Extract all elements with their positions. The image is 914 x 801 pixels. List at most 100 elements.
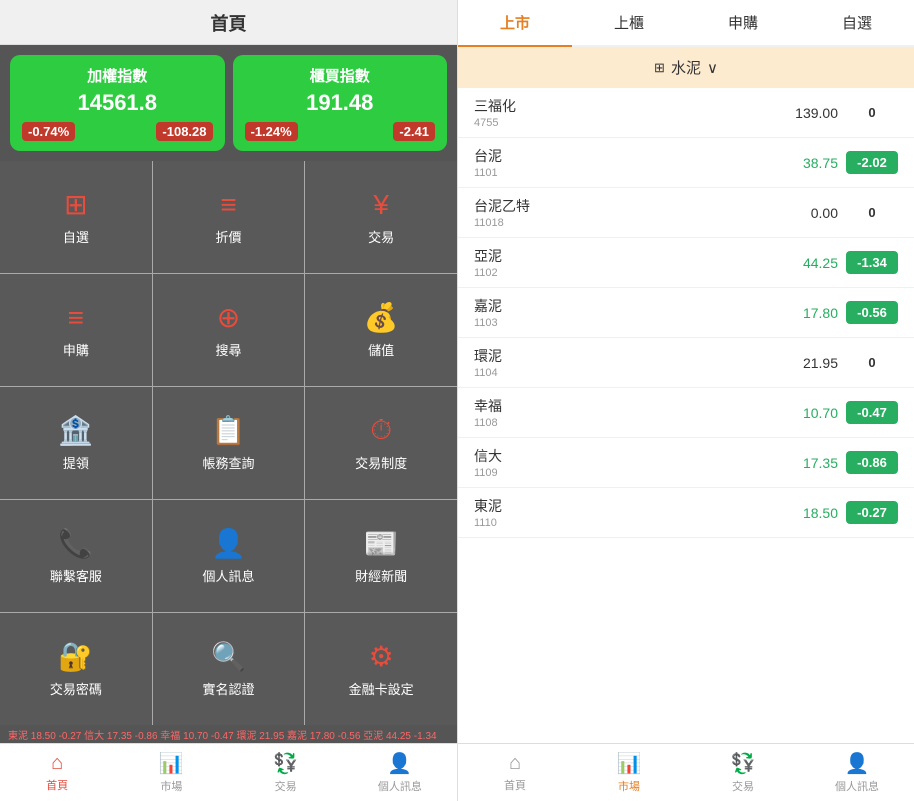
- stock-code: 1110: [474, 517, 778, 529]
- stock-change: 0: [846, 351, 898, 374]
- menu-item-watchlist[interactable]: ⊞自選: [0, 161, 152, 273]
- stock-change: -0.27: [846, 501, 898, 524]
- menu-item-trade[interactable]: ¥ 交易: [305, 161, 457, 273]
- stock-price: 139.00: [778, 105, 838, 121]
- right-nav-profile-label: 個人訊息: [835, 778, 879, 794]
- stock-row[interactable]: 台泥110138.75-2.02: [458, 138, 914, 188]
- stock-change: -0.56: [846, 301, 898, 324]
- weighted-index-change: -108.28: [156, 122, 212, 141]
- trade-icon: ¥: [373, 189, 389, 221]
- left-nav-home[interactable]: ⌂ 首頁: [0, 744, 114, 801]
- menu-item-search[interactable]: ⊕ 搜尋: [153, 274, 305, 386]
- weighted-index-card[interactable]: 加權指數 14561.8 -0.74% -108.28: [10, 55, 225, 151]
- stock-info: 三福化4755: [474, 96, 778, 129]
- stock-code: 1109: [474, 467, 778, 479]
- stock-row[interactable]: 台泥乙特110180.000: [458, 188, 914, 238]
- menu-item-label-deposit: 儲值: [368, 340, 394, 359]
- stock-row[interactable]: 幸福110810.70-0.47: [458, 388, 914, 438]
- index-cards: 加權指數 14561.8 -0.74% -108.28 櫃買指數 191.48 …: [0, 45, 457, 161]
- left-nav-profile[interactable]: 👤 個人訊息: [343, 744, 457, 801]
- left-nav-trade[interactable]: 💱 交易: [229, 744, 343, 801]
- menu-item-withdraw[interactable]: 🏦提領: [0, 387, 152, 499]
- left-bottom-nav: ⌂ 首頁 📊 市場 💱 交易 👤 個人訊息: [0, 743, 457, 801]
- left-header: 首頁: [0, 0, 457, 45]
- market-icon: 📊: [159, 751, 184, 776]
- menu-item-deposit[interactable]: 💰儲值: [305, 274, 457, 386]
- tab-上櫃[interactable]: 上櫃: [572, 0, 686, 45]
- right-nav-home-label: 首頁: [504, 777, 526, 793]
- stock-name: 亞泥: [474, 246, 778, 266]
- right-profile-icon: 👤: [845, 751, 870, 776]
- profile-icon: 👤: [387, 751, 412, 776]
- stock-price: 44.25: [778, 255, 838, 271]
- stock-price: 21.95: [778, 355, 838, 371]
- menu-item-rules[interactable]: ⏱交易制度: [305, 387, 457, 499]
- sector-header[interactable]: ⊞ 水泥 ∨: [458, 47, 914, 88]
- stock-price: 18.50: [778, 505, 838, 521]
- menu-item-discount[interactable]: ≡折價: [153, 161, 305, 273]
- menu-item-news[interactable]: 📰財經新聞: [305, 500, 457, 612]
- stock-change: 0: [846, 101, 898, 124]
- left-nav-market-label: 市場: [160, 778, 182, 794]
- left-nav-profile-label: 個人訊息: [378, 778, 422, 794]
- stock-name: 台泥乙特: [474, 196, 778, 216]
- stock-code: 1103: [474, 317, 778, 329]
- tab-申購[interactable]: 申購: [686, 0, 800, 45]
- support-icon: 📞: [58, 527, 93, 560]
- stock-row[interactable]: 環泥110421.95 0: [458, 338, 914, 388]
- rules-icon: ⏱: [370, 414, 392, 447]
- stock-code: 4755: [474, 117, 778, 129]
- stock-row[interactable]: 三福化4755139.00 0: [458, 88, 914, 138]
- card-icon: ⚙: [369, 640, 394, 673]
- stock-name: 台泥: [474, 146, 778, 166]
- weighted-index-pct: -0.74%: [22, 122, 75, 141]
- right-market-icon: 📊: [617, 751, 642, 776]
- menu-item-label-support: 聯繫客服: [50, 566, 102, 585]
- watchlist-icon: ⊞: [64, 188, 87, 221]
- stock-info: 嘉泥1103: [474, 296, 778, 329]
- weighted-index-value: 14561.8: [22, 90, 213, 116]
- stock-code: 1102: [474, 267, 778, 279]
- right-nav-profile[interactable]: 👤 個人訊息: [800, 744, 914, 801]
- menu-item-label-profile: 個人訊息: [202, 566, 254, 585]
- verify-icon: 🔍: [211, 640, 246, 673]
- menu-item-verify[interactable]: 🔍實名認證: [153, 613, 305, 725]
- menu-item-label-search: 搜尋: [215, 340, 241, 359]
- stock-info: 台泥1101: [474, 146, 778, 179]
- stock-row[interactable]: 亞泥110244.25 -1.34: [458, 238, 914, 288]
- stock-change: -1.34: [846, 251, 898, 274]
- stock-name: 三福化: [474, 96, 778, 116]
- stock-code: 1101: [474, 167, 778, 179]
- right-bottom-nav: ⌂ 首頁 📊 市場 💱 交易 👤 個人訊息: [458, 743, 914, 801]
- otc-index-change: -2.41: [393, 122, 435, 141]
- menu-item-profile[interactable]: 👤 個人訊息: [153, 500, 305, 612]
- menu-item-password[interactable]: 🔐交易密碼: [0, 613, 152, 725]
- stock-price: 38.75: [778, 155, 838, 171]
- stock-row[interactable]: 東泥111018.50-0.27: [458, 488, 914, 538]
- menu-item-apply[interactable]: ≡申購: [0, 274, 152, 386]
- stock-info: 亞泥1102: [474, 246, 778, 279]
- menu-item-account[interactable]: 📋帳務查詢: [153, 387, 305, 499]
- stock-change: -0.47: [846, 401, 898, 424]
- menu-item-label-withdraw: 提領: [63, 453, 89, 472]
- search-icon: ⊕: [217, 301, 240, 334]
- right-nav-trade[interactable]: 💱 交易: [686, 744, 800, 801]
- otc-index-title: 櫃買指數: [245, 65, 436, 86]
- menu-item-card[interactable]: ⚙金融卡設定: [305, 613, 457, 725]
- stock-row[interactable]: 信大110917.35-0.86: [458, 438, 914, 488]
- profile-icon: 👤: [211, 527, 246, 560]
- stock-list: 三福化4755139.00 0 台泥110138.75-2.02台泥乙特110180…: [458, 88, 914, 743]
- stock-row[interactable]: 嘉泥110317.80-0.56: [458, 288, 914, 338]
- left-nav-market[interactable]: 📊 市場: [114, 744, 228, 801]
- otc-index-card[interactable]: 櫃買指數 191.48 -1.24% -2.41: [233, 55, 448, 151]
- right-nav-home[interactable]: ⌂ 首頁: [458, 744, 572, 801]
- tab-自選[interactable]: 自選: [800, 0, 914, 45]
- left-nav-trade-label: 交易: [275, 778, 297, 794]
- right-nav-market[interactable]: 📊 市場: [572, 744, 686, 801]
- menu-grid: ⊞自選≡折價 ¥ 交易 ≡申購 ⊕ 搜尋 💰儲值 🏦提領📋帳務查詢⏱交易制度 📞 聯繫客服 👤 個人訊…: [0, 161, 457, 725]
- tab-上市[interactable]: 上市: [458, 0, 572, 47]
- menu-item-support[interactable]: 📞 聯繫客服: [0, 500, 152, 612]
- stock-info: 環泥1104: [474, 346, 778, 379]
- stock-code: 1104: [474, 367, 778, 379]
- menu-item-label-trade: 交易: [368, 227, 394, 246]
